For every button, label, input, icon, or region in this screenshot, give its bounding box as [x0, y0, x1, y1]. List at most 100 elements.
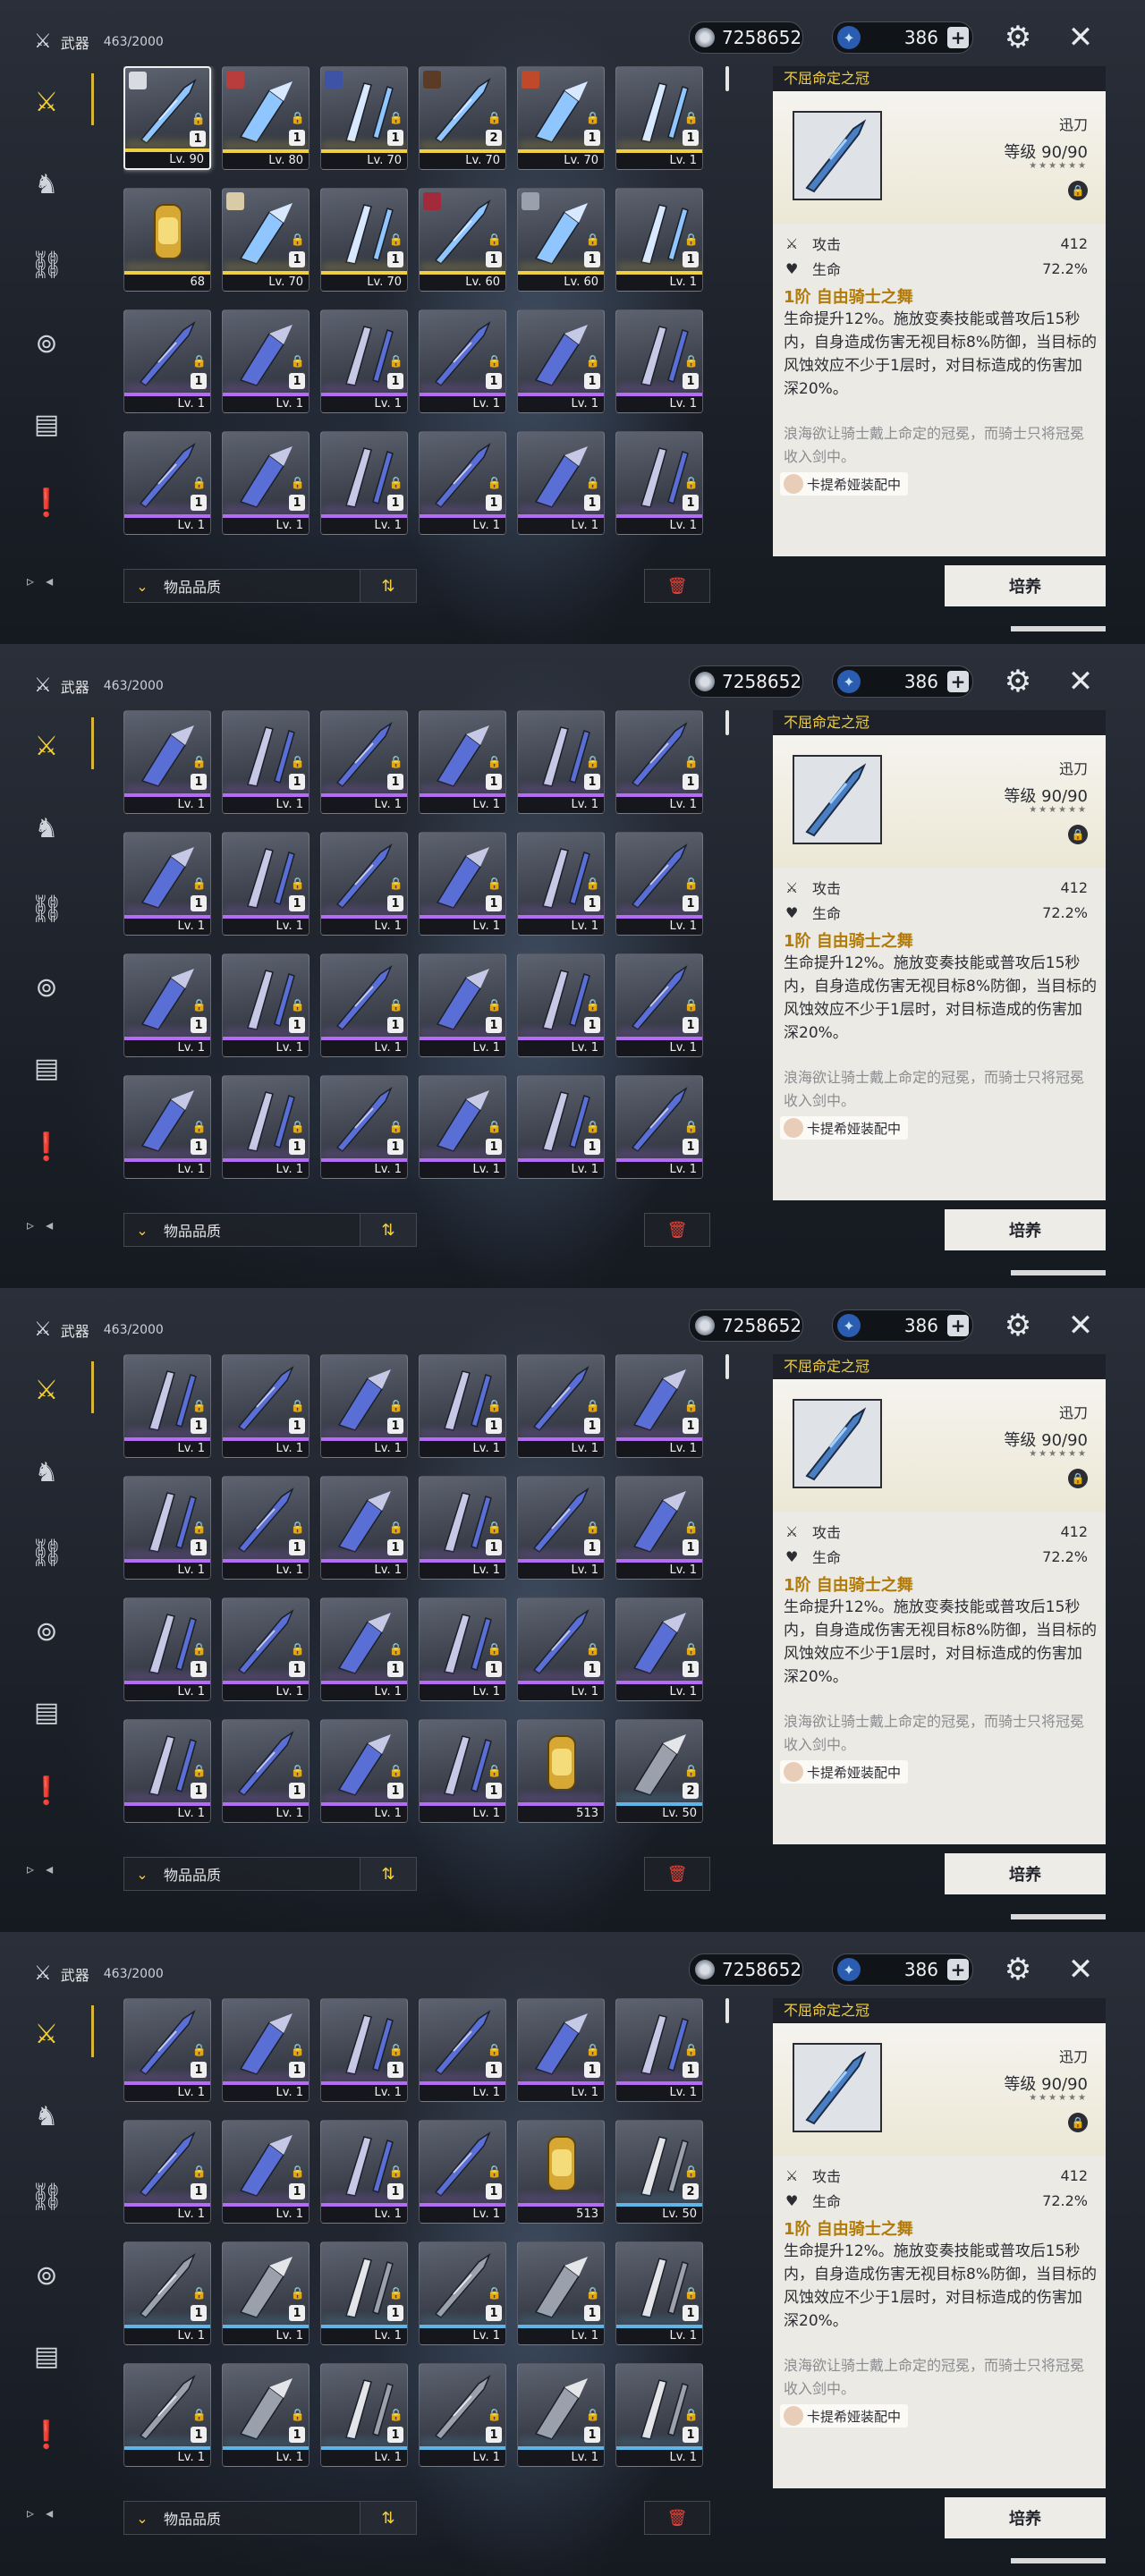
weapon-card[interactable]: 🔒 1 Lv. 70 [517, 66, 605, 170]
weapon-card[interactable]: 🔒 1 Lv. 1 [615, 1476, 703, 1580]
weapon-card[interactable]: 🔒 1 Lv. 1 [123, 1354, 211, 1458]
weapon-card[interactable]: 🔒 1 Lv. 1 [320, 1354, 408, 1458]
sidebar-consumable-icon[interactable]: ▤ [23, 401, 70, 447]
sidebar-echo-icon[interactable]: ♞ [23, 161, 70, 208]
weapon-card[interactable]: 🔒 1 Lv. 1 [517, 1998, 605, 2102]
upgrade-button[interactable]: 培养 [945, 1853, 1106, 1894]
close-icon[interactable]: ✕ [1061, 1306, 1100, 1345]
delete-button[interactable]: 🗑 [644, 2501, 710, 2535]
weapon-card[interactable]: 🔒 1 Lv. 1 [419, 1998, 506, 2102]
sidebar-ring-icon[interactable]: ⛓ [23, 886, 70, 932]
weapon-card[interactable]: 🔒 1 Lv. 1 [615, 2363, 703, 2467]
weapon-card[interactable]: 🔒 1 Lv. 80 [222, 66, 310, 170]
settings-gear-icon[interactable]: ⚙ [998, 662, 1038, 701]
upgrade-button[interactable]: 培养 [945, 1209, 1106, 1250]
upgrade-button[interactable]: 培养 [945, 565, 1106, 606]
sidebar-ring-icon[interactable]: ⛓ [23, 1530, 70, 1576]
weapon-card[interactable]: 🔒 1 Lv. 1 [517, 1476, 605, 1580]
sidebar-echo-icon[interactable]: ♞ [23, 1449, 70, 1496]
lock-icon[interactable]: 🔒 [1068, 2113, 1088, 2132]
sort-order-button[interactable]: ⇅ [360, 1213, 417, 1247]
lock-icon[interactable]: 🔒 [1068, 181, 1088, 200]
weapon-card[interactable]: 🔒 1 Lv. 1 [320, 710, 408, 814]
weapon-card[interactable]: 🔒 1 Lv. 1 [419, 1075, 506, 1179]
weapon-card[interactable]: 🔒 1 Lv. 1 [419, 1597, 506, 1701]
weapon-card[interactable]: 🔒 1 Lv. 1 [320, 1476, 408, 1580]
add-currency-button[interactable]: + [947, 27, 969, 48]
weapon-card[interactable]: 🔒 1 Lv. 1 [615, 953, 703, 1057]
weapon-card[interactable]: 🔒 1 Lv. 1 [222, 431, 310, 535]
weapon-card[interactable]: 🔒 1 Lv. 1 [615, 2241, 703, 2345]
weapon-card[interactable]: 🔒 1 Lv. 1 [222, 832, 310, 936]
weapon-card[interactable]: 🔒 1 Lv. 70 [222, 188, 310, 292]
lock-icon[interactable]: 🔒 [1068, 1469, 1088, 1488]
delete-button[interactable]: 🗑 [644, 1213, 710, 1247]
settings-gear-icon[interactable]: ⚙ [998, 18, 1038, 57]
weapon-card[interactable]: 🔒 1 Lv. 1 [320, 2241, 408, 2345]
weapon-card[interactable]: 🔒 1 Lv. 1 [419, 1476, 506, 1580]
weapon-card[interactable]: 🔒 1 Lv. 1 [222, 710, 310, 814]
weapon-card[interactable]: 🔒 1 Lv. 1 [222, 2363, 310, 2467]
weapon-card[interactable]: 🔒 1 Lv. 1 [615, 66, 703, 170]
sidebar-consumable-icon[interactable]: ▤ [23, 1689, 70, 1735]
weapon-card[interactable]: 🔒 1 Lv. 1 [320, 431, 408, 535]
weapon-card[interactable]: 🔒 1 Lv. 1 [123, 953, 211, 1057]
page-arrows[interactable]: ▹ ◂ [27, 572, 56, 589]
weapon-card[interactable]: 🔒 1 Lv. 60 [517, 188, 605, 292]
weapon-card[interactable]: 🔒 1 Lv. 1 [123, 2241, 211, 2345]
material-item-card[interactable]: 68 [123, 188, 211, 292]
scrollbar[interactable] [725, 710, 729, 735]
weapon-card[interactable]: 🔒 1 Lv. 1 [615, 1597, 703, 1701]
sidebar-weapon-icon[interactable]: ⚔ [23, 2011, 70, 2057]
weapon-card[interactable]: 🔒 1 Lv. 1 [123, 710, 211, 814]
sidebar-weapon-icon[interactable]: ⚔ [23, 79, 70, 125]
weapon-card[interactable]: 🔒 1 Lv. 1 [123, 832, 211, 936]
weapon-card[interactable]: 🔒 1 Lv. 1 [320, 1597, 408, 1701]
sidebar-consumable-icon[interactable]: ▤ [23, 2333, 70, 2379]
weapon-card[interactable]: 🔒 1 Lv. 1 [615, 1998, 703, 2102]
weapon-card[interactable]: 🔒 1 Lv. 1 [222, 1597, 310, 1701]
weapon-card[interactable]: 🔒 1 Lv. 1 [419, 2241, 506, 2345]
sidebar-quest-item-icon[interactable]: ❗ [23, 1767, 70, 1814]
weapon-card[interactable]: 🔒 1 Lv. 1 [123, 1719, 211, 1823]
weapon-card[interactable]: 🔒 1 Lv. 1 [320, 1075, 408, 1179]
weapon-card[interactable]: 🔒 1 Lv. 1 [517, 2363, 605, 2467]
weapon-card[interactable]: 🔒 1 Lv. 1 [123, 1597, 211, 1701]
weapon-card[interactable]: 🔒 1 Lv. 1 [517, 710, 605, 814]
sidebar-weapon-icon[interactable]: ⚔ [23, 1367, 70, 1413]
weapon-card[interactable]: 🔒 1 Lv. 1 [222, 1719, 310, 1823]
page-arrows[interactable]: ▹ ◂ [27, 2504, 56, 2521]
weapon-card[interactable]: 🔒 1 Lv. 1 [222, 2241, 310, 2345]
sort-order-button[interactable]: ⇅ [360, 1857, 417, 1891]
weapon-card[interactable]: 🔒 1 Lv. 1 [419, 309, 506, 413]
weapon-card[interactable]: 🔒 1 Lv. 1 [517, 1075, 605, 1179]
weapon-card[interactable]: 🔒 1 Lv. 1 [222, 953, 310, 1057]
sidebar-material-icon[interactable]: ⊚ [23, 1608, 70, 1655]
page-arrows[interactable]: ▹ ◂ [27, 1216, 56, 1233]
scrollbar[interactable] [725, 1354, 729, 1379]
weapon-card[interactable]: 🔒 1 Lv. 1 [320, 1719, 408, 1823]
weapon-card[interactable]: 🔒 1 Lv. 60 [419, 188, 506, 292]
weapon-card[interactable]: 🔒 1 Lv. 1 [419, 710, 506, 814]
sidebar-quest-item-icon[interactable]: ❗ [23, 2411, 70, 2458]
sidebar-ring-icon[interactable]: ⛓ [23, 242, 70, 288]
page-arrows[interactable]: ▹ ◂ [27, 1860, 56, 1877]
sidebar-quest-item-icon[interactable]: ❗ [23, 479, 70, 526]
weapon-card[interactable]: 🔒 1 Lv. 1 [222, 309, 310, 413]
weapon-card[interactable]: 🔒 1 Lv. 1 [419, 431, 506, 535]
weapon-card[interactable]: 🔒 1 Lv. 1 [222, 2120, 310, 2224]
weapon-card[interactable]: 🔒 2 Lv. 50 [615, 2120, 703, 2224]
weapon-card[interactable]: 🔒 1 Lv. 1 [517, 832, 605, 936]
add-currency-button[interactable]: + [947, 671, 969, 692]
weapon-card[interactable]: 🔒 1 Lv. 1 [123, 1075, 211, 1179]
weapon-card[interactable]: 🔒 1 Lv. 1 [615, 1075, 703, 1179]
weapon-card[interactable]: 🔒 1 Lv. 1 [419, 2120, 506, 2224]
weapon-card[interactable]: 🔒 1 Lv. 70 [320, 66, 408, 170]
sidebar-weapon-icon[interactable]: ⚔ [23, 723, 70, 769]
weapon-card[interactable]: 🔒 1 Lv. 1 [517, 309, 605, 413]
weapon-card[interactable]: 🔒 1 Lv. 1 [419, 832, 506, 936]
sidebar-material-icon[interactable]: ⊚ [23, 320, 70, 367]
weapon-card[interactable]: 🔒 1 Lv. 1 [222, 1998, 310, 2102]
weapon-card[interactable]: 🔒 1 Lv. 1 [222, 1476, 310, 1580]
weapon-card[interactable]: 🔒 2 Lv. 70 [419, 66, 506, 170]
